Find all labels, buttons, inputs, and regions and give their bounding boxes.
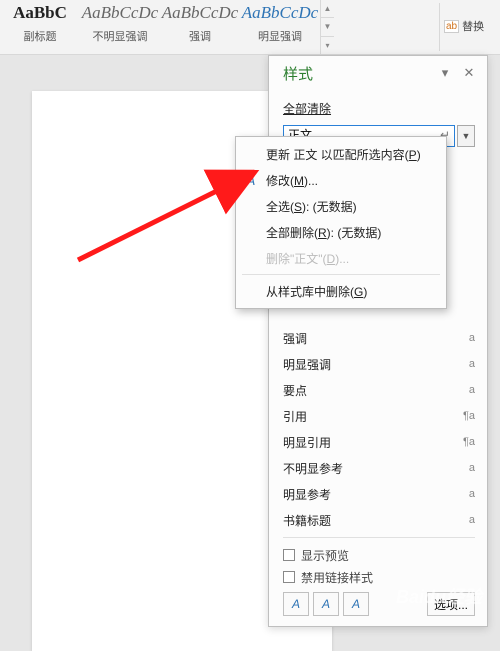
selected-style-dropdown[interactable]: ▼ (457, 125, 475, 147)
style-cell-emphasis[interactable]: AaBbCcDc 强调 (160, 0, 240, 54)
list-item[interactable]: 书籍标题a (283, 507, 475, 533)
style-gallery-down-icon[interactable]: ▼ (321, 18, 334, 36)
disable-linked-checkbox[interactable]: 禁用链接样式 (283, 566, 475, 588)
checkbox-icon (283, 549, 295, 561)
style-gallery-nav: ▲ ▼ ▾ (320, 0, 334, 54)
style-cell-subtle-emphasis[interactable]: AaBbCcDc 不明显强调 (80, 0, 160, 54)
new-style-button[interactable]: A (283, 592, 309, 616)
pane-footer: A A A 选项... (283, 592, 475, 618)
menu-remove-from-gallery[interactable]: 从样式库中删除(G) (236, 278, 446, 304)
menu-update-to-match[interactable]: 更新 正文 以匹配所选内容(P) (236, 141, 446, 167)
pane-header: 样式 ▾ ✕ (269, 56, 487, 90)
style-cell-intense-emphasis[interactable]: AaBbCcDc 明显强调 (240, 0, 320, 54)
pane-options-icon[interactable]: ▾ (433, 61, 457, 85)
menu-select-all[interactable]: 全选(S): (无数据) (236, 193, 446, 219)
show-preview-checkbox[interactable]: 显示预览 (283, 544, 475, 566)
ribbon: AaBbC 副标题 AaBbCcDc 不明显强调 AaBbCcDc 强调 AaB… (0, 0, 500, 55)
style-context-menu: 更新 正文 以匹配所选内容(P) A 修改(M)... 全选(S): (无数据)… (235, 136, 447, 309)
list-item[interactable]: 要点a (283, 377, 475, 403)
style-gallery-more-icon[interactable]: ▾ (321, 37, 334, 54)
modify-style-icon: A (242, 173, 260, 188)
list-item[interactable]: 不明显参考a (283, 455, 475, 481)
pane-title: 样式 (283, 63, 433, 84)
list-item[interactable]: 引用¶a (283, 403, 475, 429)
options-button[interactable]: 选项... (427, 592, 475, 616)
menu-modify[interactable]: A 修改(M)... (236, 167, 446, 193)
replace-icon: ab (444, 20, 459, 33)
manage-styles-button[interactable]: A (343, 592, 369, 616)
list-item[interactable]: 强调a (283, 325, 475, 351)
clear-all-link[interactable]: 全部清除 (283, 100, 475, 117)
list-item[interactable]: 明显强调a (283, 351, 475, 377)
style-gallery-up-icon[interactable]: ▲ (321, 0, 334, 18)
menu-separator (242, 274, 440, 275)
style-cell-subtitle[interactable]: AaBbC 副标题 (0, 0, 80, 54)
menu-delete-all[interactable]: 全部删除(R): (无数据) (236, 219, 446, 245)
checkbox-icon (283, 571, 295, 583)
list-item[interactable]: 明显引用¶a (283, 429, 475, 455)
style-gallery: AaBbC 副标题 AaBbCcDc 不明显强调 AaBbCcDc 强调 AaB… (0, 0, 439, 54)
style-list: 强调a 明显强调a 要点a 引用¶a 明显引用¶a 不明显参考a 明显参考a 书… (283, 325, 475, 533)
list-item[interactable]: 明显参考a (283, 481, 475, 507)
menu-delete-style: 删除"正文"(D)... (236, 245, 446, 271)
style-inspector-button[interactable]: A (313, 592, 339, 616)
replace-button[interactable]: ab 替换 (444, 18, 496, 34)
editing-group: . ab 替换 (440, 0, 500, 54)
pane-close-icon[interactable]: ✕ (457, 61, 481, 85)
